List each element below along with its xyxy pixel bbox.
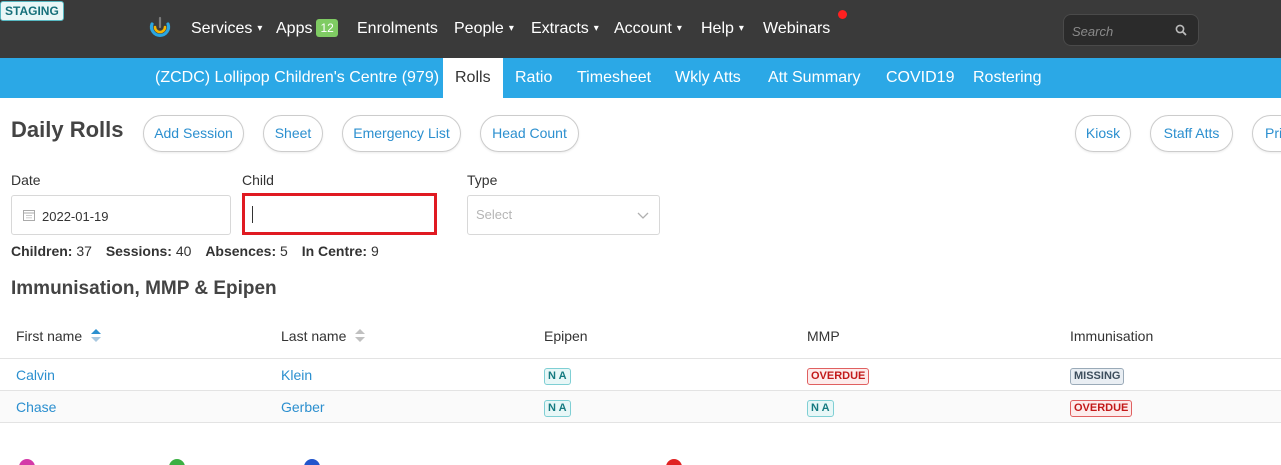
chevron-down-icon: ▾ <box>593 23 599 34</box>
tab-centre-name[interactable]: (ZCDC) Lollipop Children's Centre (979) <box>155 58 439 98</box>
epipen-status-badge: N A <box>544 368 571 385</box>
search-box[interactable] <box>1063 14 1199 46</box>
search-icon[interactable] <box>1174 23 1188 37</box>
child-search-field[interactable] <box>242 193 437 235</box>
column-header-mmp: MMP <box>807 328 840 344</box>
column-header-last-name[interactable]: Last name <box>281 328 366 344</box>
child-input[interactable] <box>249 202 429 226</box>
nav-services[interactable]: Services ▾ <box>191 18 262 40</box>
first-name-link[interactable]: Calvin <box>16 367 55 383</box>
mmp-status-badge: N A <box>807 400 834 417</box>
section-title: Immunisation, MMP & Epipen <box>11 278 277 299</box>
chevron-down-icon: ▾ <box>257 23 263 34</box>
print-button[interactable]: Pri <box>1252 115 1281 152</box>
kiosk-button[interactable]: Kiosk <box>1075 115 1131 152</box>
text-cursor <box>252 206 253 223</box>
tab-covid19[interactable]: COVID19 <box>886 58 954 98</box>
children-label: Children: <box>11 243 73 259</box>
sessions-label: Sessions: <box>105 243 172 259</box>
nav-people[interactable]: People ▾ <box>454 18 514 40</box>
nav-enrolments[interactable]: Enrolments <box>357 18 438 40</box>
nav-extracts[interactable]: Extracts ▾ <box>531 18 599 40</box>
date-field[interactable] <box>11 195 231 235</box>
last-name-link[interactable]: Klein <box>281 367 312 383</box>
type-select[interactable]: Select <box>467 195 660 235</box>
sub-navbar: (ZCDC) Lollipop Children's Centre (979) … <box>0 58 1281 98</box>
tab-rostering[interactable]: Rostering <box>973 58 1041 98</box>
absences-count: 5 <box>280 243 288 259</box>
legend-marker-icon <box>169 459 185 465</box>
chevron-down-icon: ▾ <box>738 23 744 34</box>
roll-stats: Children: 37 Sessions: 40 Absences: 5 In… <box>11 243 379 259</box>
last-name-link[interactable]: Gerber <box>281 399 325 415</box>
absences-label: Absences: <box>205 243 277 259</box>
tab-timesheet[interactable]: Timesheet <box>577 58 651 98</box>
type-label: Type <box>467 172 498 188</box>
immunisation-status-badge: OVERDUE <box>1070 400 1133 417</box>
sort-icon[interactable] <box>355 329 366 342</box>
nav-apps[interactable]: Apps 12 <box>276 18 338 40</box>
tab-wkly-atts[interactable]: Wkly Atts <box>675 58 741 98</box>
chevron-down-icon: ▾ <box>676 23 682 34</box>
top-navbar: STAGING Services ▾ Apps 12 Enrolments Peop… <box>0 0 1281 58</box>
chevron-down-icon <box>637 212 649 219</box>
sort-asc-icon[interactable] <box>91 329 102 342</box>
search-input[interactable] <box>1072 21 1172 41</box>
app-logo-icon[interactable] <box>147 15 173 41</box>
column-header-first-name[interactable]: First name <box>16 328 102 344</box>
in-centre-label: In Centre: <box>301 243 368 259</box>
column-header-epipen: Epipen <box>544 328 588 344</box>
chevron-down-icon: ▾ <box>508 23 514 34</box>
type-select-placeholder: Select <box>476 207 513 222</box>
nav-webinars[interactable]: Webinars <box>763 18 830 40</box>
calendar-icon <box>23 210 35 221</box>
head-count-button[interactable]: Head Count <box>480 115 579 152</box>
date-label: Date <box>11 172 41 188</box>
staging-badge: STAGING <box>0 1 64 21</box>
emergency-list-button[interactable]: Emergency List <box>342 115 461 152</box>
page-title: Daily Rolls <box>11 117 124 142</box>
column-header-immunisation: Immunisation <box>1070 328 1154 344</box>
legend-marker-icon <box>304 459 320 465</box>
staff-atts-button[interactable]: Staff Atts <box>1150 115 1233 152</box>
first-name-link[interactable]: Chase <box>16 399 56 415</box>
notification-dot <box>838 10 847 19</box>
children-count: 37 <box>76 243 92 259</box>
tab-ratio[interactable]: Ratio <box>515 58 552 98</box>
nav-help[interactable]: Help ▾ <box>701 18 744 40</box>
legend-marker-icon <box>19 459 35 465</box>
date-input[interactable] <box>42 206 212 226</box>
tab-rolls[interactable]: Rolls <box>443 58 503 98</box>
sessions-count: 40 <box>175 243 192 259</box>
child-label: Child <box>242 172 274 188</box>
mmp-status-badge: OVERDUE <box>807 368 870 385</box>
in-centre-count: 9 <box>370 243 379 259</box>
immunisation-status-badge: MISSING <box>1070 368 1125 385</box>
legend-marker-icon <box>666 459 682 465</box>
row-divider <box>0 422 1281 423</box>
apps-count-badge: 12 <box>316 19 338 37</box>
add-session-button[interactable]: Add Session <box>143 115 244 152</box>
sheet-button[interactable]: Sheet <box>263 115 323 152</box>
header-divider <box>0 358 1281 359</box>
epipen-status-badge: N A <box>544 400 571 417</box>
tab-att-summary[interactable]: Att Summary <box>768 58 860 98</box>
nav-account[interactable]: Account ▾ <box>614 18 682 40</box>
